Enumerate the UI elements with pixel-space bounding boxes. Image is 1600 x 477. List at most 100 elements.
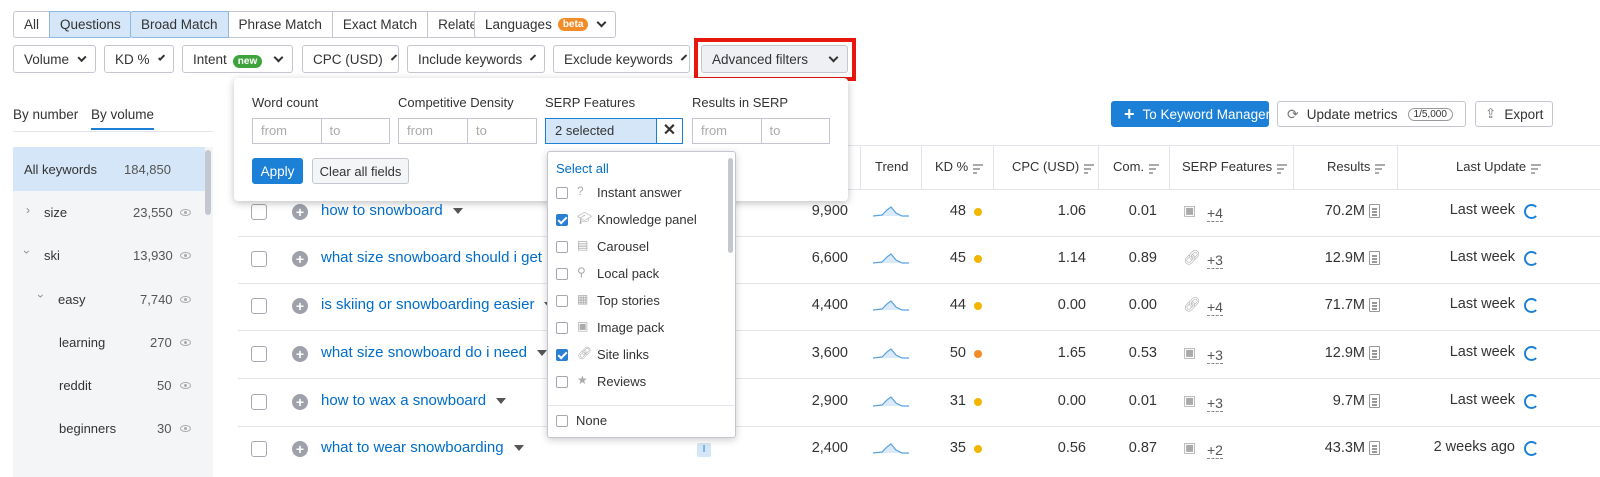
clear-all-button[interactable]: Clear all fields xyxy=(312,158,409,184)
add-icon[interactable]: + xyxy=(292,394,308,410)
serp-more[interactable]: +3 xyxy=(1207,252,1223,269)
tab-all[interactable]: All xyxy=(13,11,51,38)
exclude-keywords-filter[interactable]: Exclude keywords xyxy=(553,45,690,73)
serp-option[interactable]: Instant answer xyxy=(597,185,682,200)
add-icon[interactable]: + xyxy=(292,298,308,314)
col-last-update[interactable]: Last Update xyxy=(1456,159,1542,174)
by-number-tab[interactable]: By number xyxy=(13,107,78,122)
col-kd[interactable]: KD % xyxy=(935,159,984,174)
row-checkbox[interactable] xyxy=(251,394,267,410)
keyword-link[interactable]: how to wax a snowboard xyxy=(321,392,507,409)
checkbox[interactable] xyxy=(556,322,568,334)
eye-icon[interactable] xyxy=(180,296,191,303)
row-checkbox[interactable] xyxy=(251,204,267,220)
chevron-down-icon[interactable]: › xyxy=(20,250,34,254)
to-keyword-manager-button[interactable]: + To Keyword Manager xyxy=(1111,101,1270,127)
serp-snapshot-icon[interactable] xyxy=(1369,251,1380,265)
serp-option[interactable]: Knowledge panel xyxy=(597,212,697,227)
checkbox[interactable] xyxy=(556,415,568,427)
serp-snapshot-icon[interactable] xyxy=(1369,204,1380,218)
serp-snapshot-icon[interactable] xyxy=(1369,394,1380,408)
checkbox[interactable] xyxy=(556,376,568,388)
checkbox[interactable] xyxy=(556,295,568,307)
row-checkbox[interactable] xyxy=(251,251,267,267)
col-results[interactable]: Results xyxy=(1327,159,1386,174)
caret-down-icon[interactable] xyxy=(452,208,463,215)
checkbox[interactable] xyxy=(556,241,568,253)
by-volume-tab[interactable]: By volume xyxy=(91,107,155,130)
row-checkbox[interactable] xyxy=(251,298,267,314)
sidebar-item-beginners[interactable]: beginners xyxy=(59,421,116,436)
sidebar-item-learning[interactable]: learning xyxy=(59,335,105,350)
col-com[interactable]: Com. xyxy=(1113,159,1160,174)
chevron-right-icon[interactable]: › xyxy=(26,203,30,217)
caret-down-icon[interactable] xyxy=(496,398,507,405)
update-metrics-button[interactable]: ⟳ Update metrics 1/5,000 xyxy=(1277,101,1466,127)
chevron-down-icon[interactable]: › xyxy=(34,294,48,298)
dropdown-scrollbar[interactable] xyxy=(728,158,733,253)
eye-icon[interactable] xyxy=(180,209,191,216)
sidebar-scrollbar[interactable] xyxy=(205,150,211,215)
serp-snapshot-icon[interactable] xyxy=(1369,298,1380,312)
col-cpc[interactable]: CPC (USD) xyxy=(1012,159,1095,174)
checkbox[interactable] xyxy=(556,214,568,226)
refresh-icon[interactable] xyxy=(1524,251,1539,266)
cpc-filter[interactable]: CPC (USD) xyxy=(302,45,399,73)
advanced-filters-button[interactable]: Advanced filters xyxy=(701,45,848,73)
checkbox[interactable] xyxy=(556,187,568,199)
languages-dropdown[interactable]: Languages beta xyxy=(474,11,617,38)
results-from[interactable]: from xyxy=(693,119,761,143)
refresh-icon[interactable] xyxy=(1524,346,1539,361)
sidebar-item-ski[interactable]: ski xyxy=(44,248,60,263)
serp-more[interactable]: +3 xyxy=(1207,347,1223,364)
tab-questions[interactable]: Questions xyxy=(49,11,132,38)
serp-option[interactable]: Image pack xyxy=(597,320,664,335)
eye-icon[interactable] xyxy=(180,425,191,432)
word-count-from[interactable]: from xyxy=(253,119,321,143)
keyword-link[interactable]: what size snowboard should i get xyxy=(321,249,562,266)
word-count-to[interactable]: to xyxy=(320,119,390,143)
export-button[interactable]: ⇪ Export xyxy=(1475,101,1553,127)
eye-icon[interactable] xyxy=(180,252,191,259)
tab-exact-match[interactable]: Exact Match xyxy=(331,11,429,38)
sidebar-item-easy[interactable]: easy xyxy=(58,292,85,307)
intent-filter[interactable]: Intent new xyxy=(182,45,293,73)
comp-density-from[interactable]: from xyxy=(399,119,467,143)
serp-more[interactable]: +2 xyxy=(1207,442,1223,459)
serp-features-select[interactable]: 2 selected ✕ xyxy=(545,118,683,144)
kd-filter[interactable]: KD % xyxy=(104,45,174,73)
tab-broad-match[interactable]: Broad Match xyxy=(130,11,229,38)
serp-more[interactable]: +3 xyxy=(1207,395,1223,412)
apply-button[interactable]: Apply xyxy=(252,158,303,184)
serp-snapshot-icon[interactable] xyxy=(1369,346,1380,360)
keyword-link[interactable]: what to wear snowboarding xyxy=(321,439,524,456)
volume-filter[interactable]: Volume xyxy=(13,45,96,73)
serp-option[interactable]: Carousel xyxy=(597,239,649,254)
results-to[interactable]: to xyxy=(760,119,830,143)
sidebar-item-size[interactable]: size xyxy=(44,205,67,220)
col-serp[interactable]: SERP Features xyxy=(1182,159,1288,174)
refresh-icon[interactable] xyxy=(1524,298,1539,313)
include-keywords-filter[interactable]: Include keywords xyxy=(407,45,545,73)
refresh-icon[interactable] xyxy=(1524,441,1539,456)
eye-icon[interactable] xyxy=(180,339,191,346)
add-icon[interactable]: + xyxy=(292,441,308,457)
eye-icon[interactable] xyxy=(180,382,191,389)
serp-option[interactable]: Reviews xyxy=(597,374,646,389)
serp-option[interactable]: Local pack xyxy=(597,266,659,281)
keyword-link[interactable]: how to snowboard xyxy=(321,202,463,219)
checkbox[interactable] xyxy=(556,268,568,280)
add-icon[interactable]: + xyxy=(292,251,308,267)
keyword-link[interactable]: what size snowboard do i need xyxy=(321,344,547,361)
add-icon[interactable]: + xyxy=(292,346,308,362)
caret-down-icon[interactable] xyxy=(536,350,547,357)
serp-snapshot-icon[interactable] xyxy=(1369,441,1380,455)
serp-option[interactable]: Site links xyxy=(597,347,649,362)
tab-phrase-match[interactable]: Phrase Match xyxy=(227,11,333,38)
row-checkbox[interactable] xyxy=(251,346,267,362)
checkbox[interactable] xyxy=(556,349,568,361)
serp-more[interactable]: +4 xyxy=(1207,205,1223,222)
add-icon[interactable]: + xyxy=(292,204,308,220)
none-option[interactable]: None xyxy=(576,413,607,428)
row-checkbox[interactable] xyxy=(251,441,267,457)
